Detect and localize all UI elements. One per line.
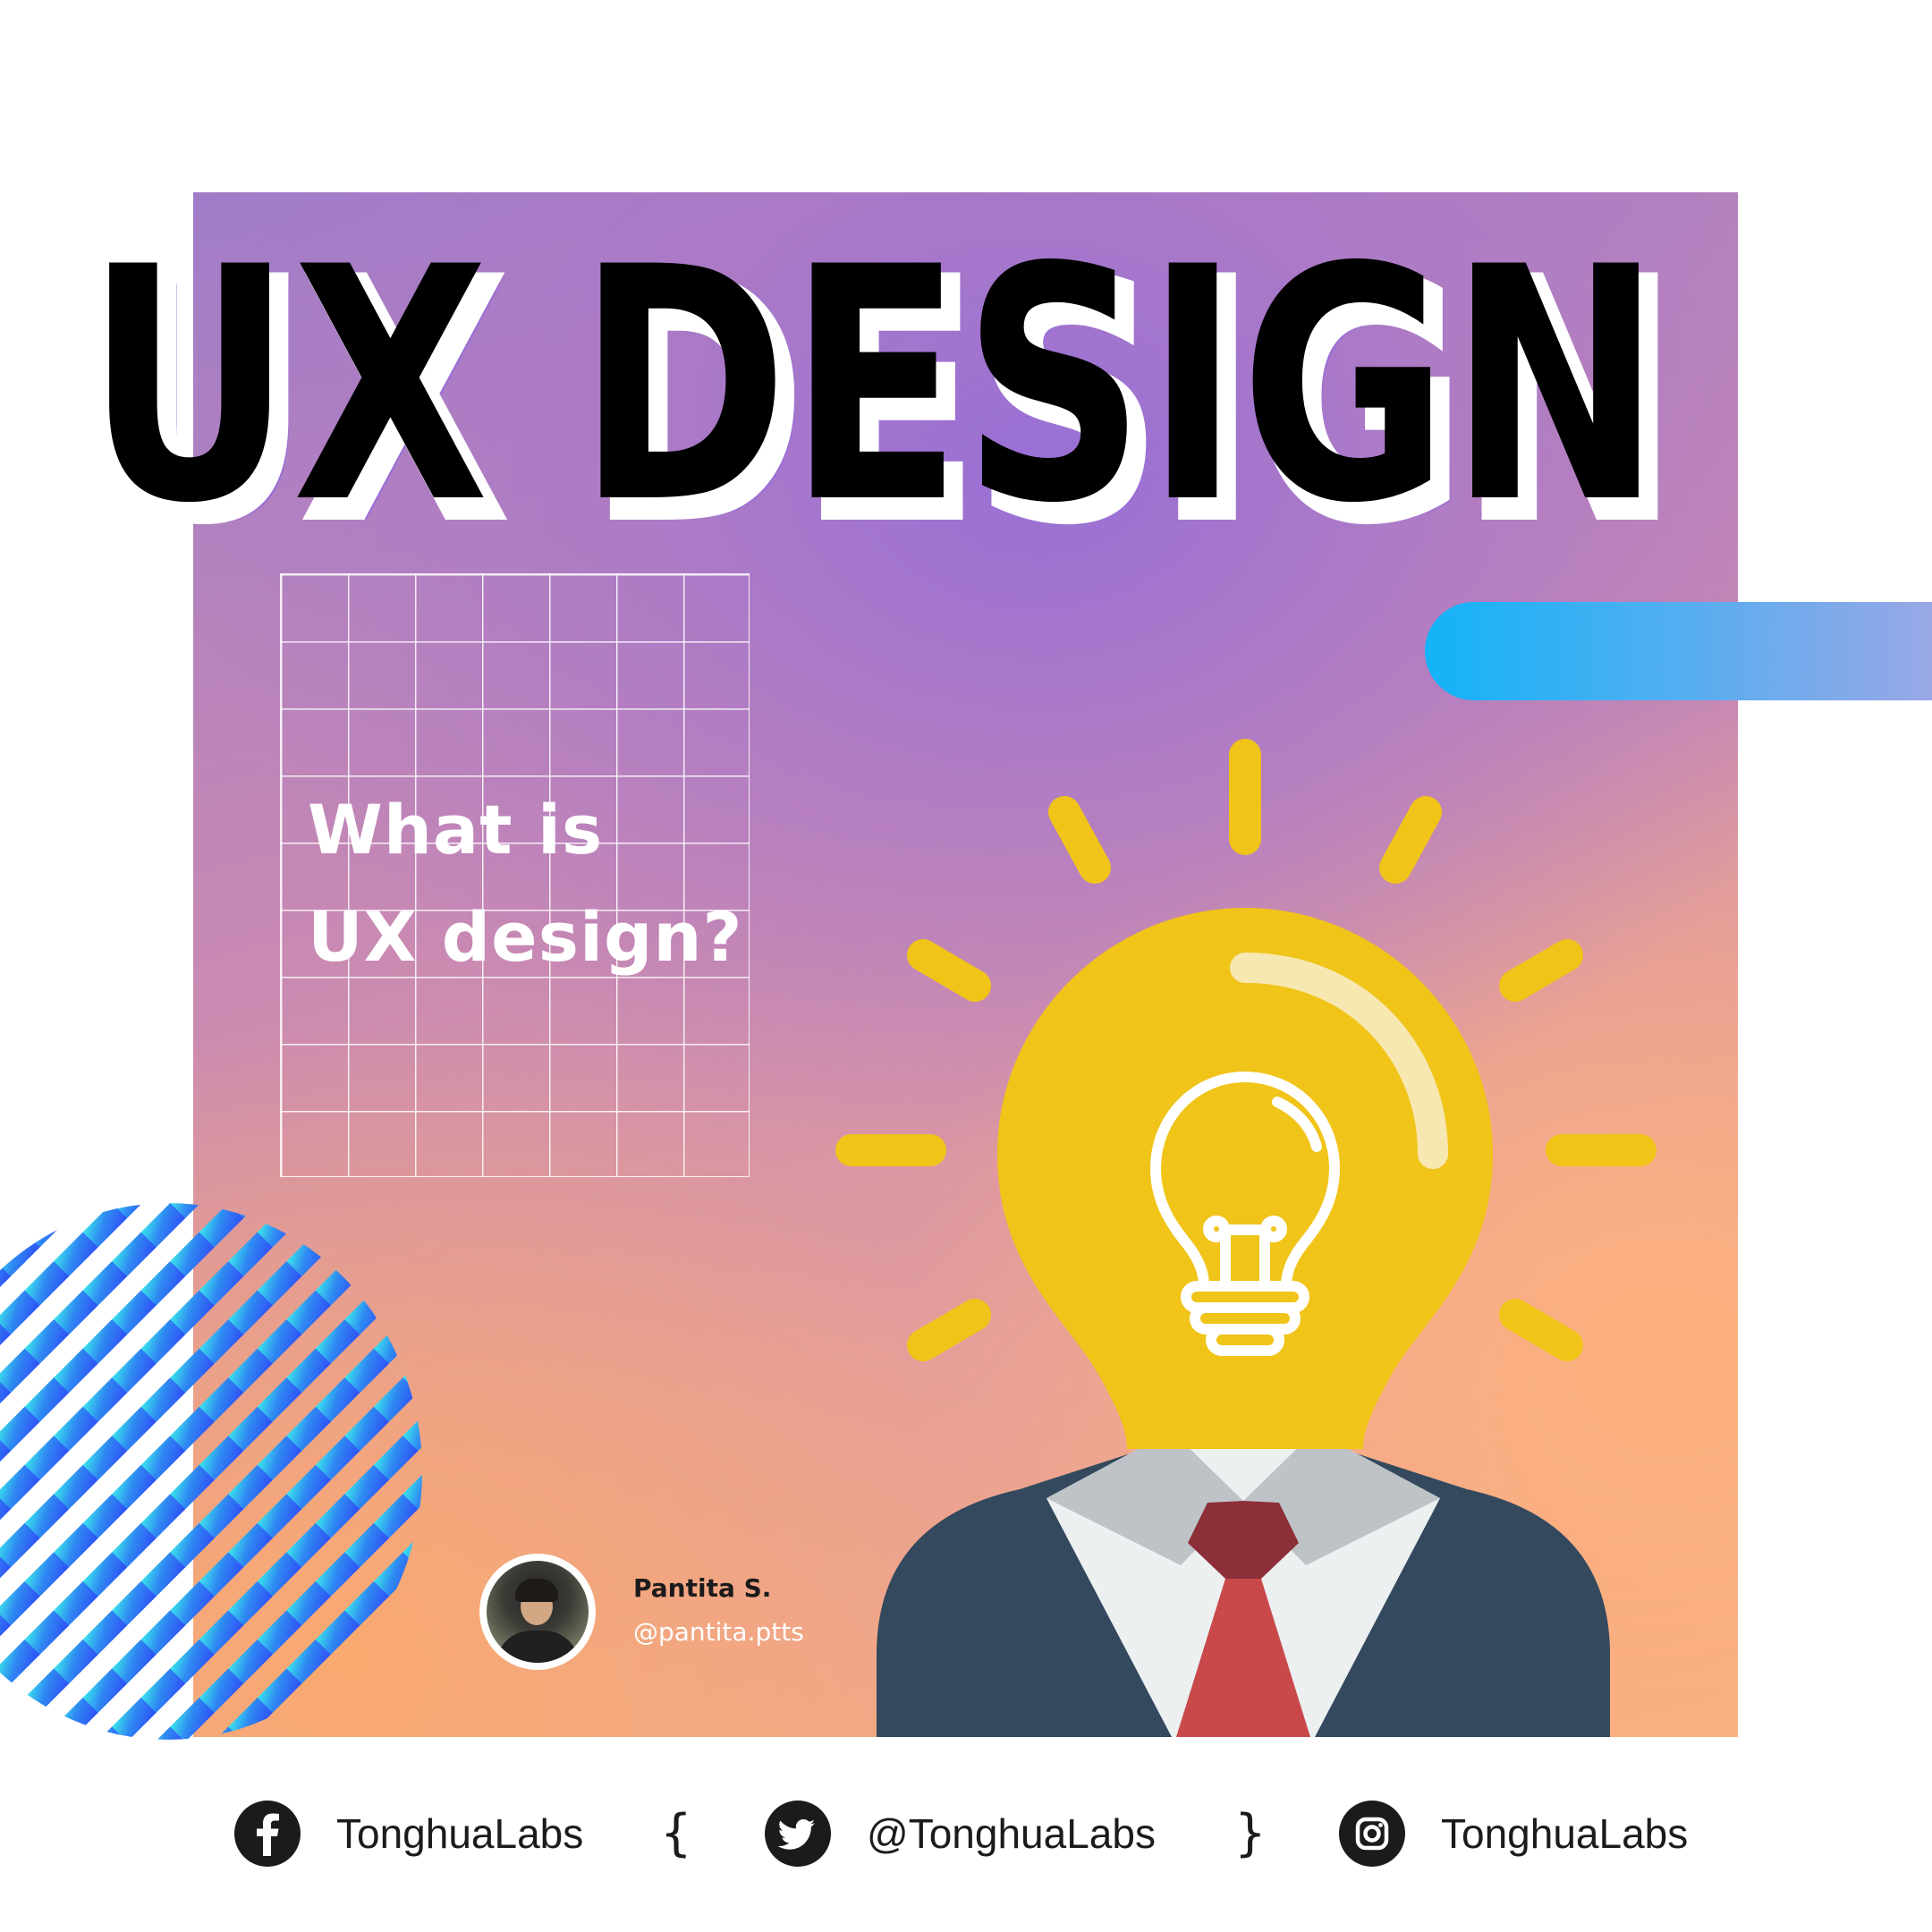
instagram-label: TonghuaLabs [1441,1810,1689,1857]
facebook-icon [234,1801,301,1867]
open-brace: { [660,1804,692,1862]
author-name: Pantita S. [633,1573,772,1603]
close-brace: } [1234,1804,1267,1862]
facebook-label: TonghuaLabs [336,1810,584,1857]
lightbulb-head-illustration [835,739,1657,1737]
social-footer: TonghuaLabs { @TonghuaLabs } TonghuaLabs [0,1775,1932,1892]
instagram-icon [1339,1801,1405,1867]
question-line-1: What is [308,790,604,869]
headline-svg: UX DESIGN UX DESIGN UX DESIGN [86,199,1682,555]
question-line-2: UX design? [308,897,743,977]
twitter-label: @TonghuaLabs [867,1810,1156,1857]
striped-circle-decoration [0,1203,422,1740]
twitter-link[interactable]: @TonghuaLabs [765,1775,1156,1892]
instagram-link[interactable]: TonghuaLabs [1339,1775,1688,1892]
bulb-head [997,908,1493,1449]
author-avatar [479,1554,596,1670]
headline: UX DESIGN UX DESIGN UX DESIGN [0,0,1932,555]
facebook-link[interactable]: TonghuaLabs [234,1775,583,1892]
poster: What is UX design? UX DESIGN UX DESIGN U… [0,0,1932,1932]
blue-accent-bar [1425,602,1932,700]
question-text: What is UX design? [308,776,743,991]
twitter-icon [765,1801,831,1867]
author-photo [487,1561,589,1663]
headline-title: UX DESIGN [86,199,1662,555]
author-handle: @pantita.ptts [633,1617,804,1647]
